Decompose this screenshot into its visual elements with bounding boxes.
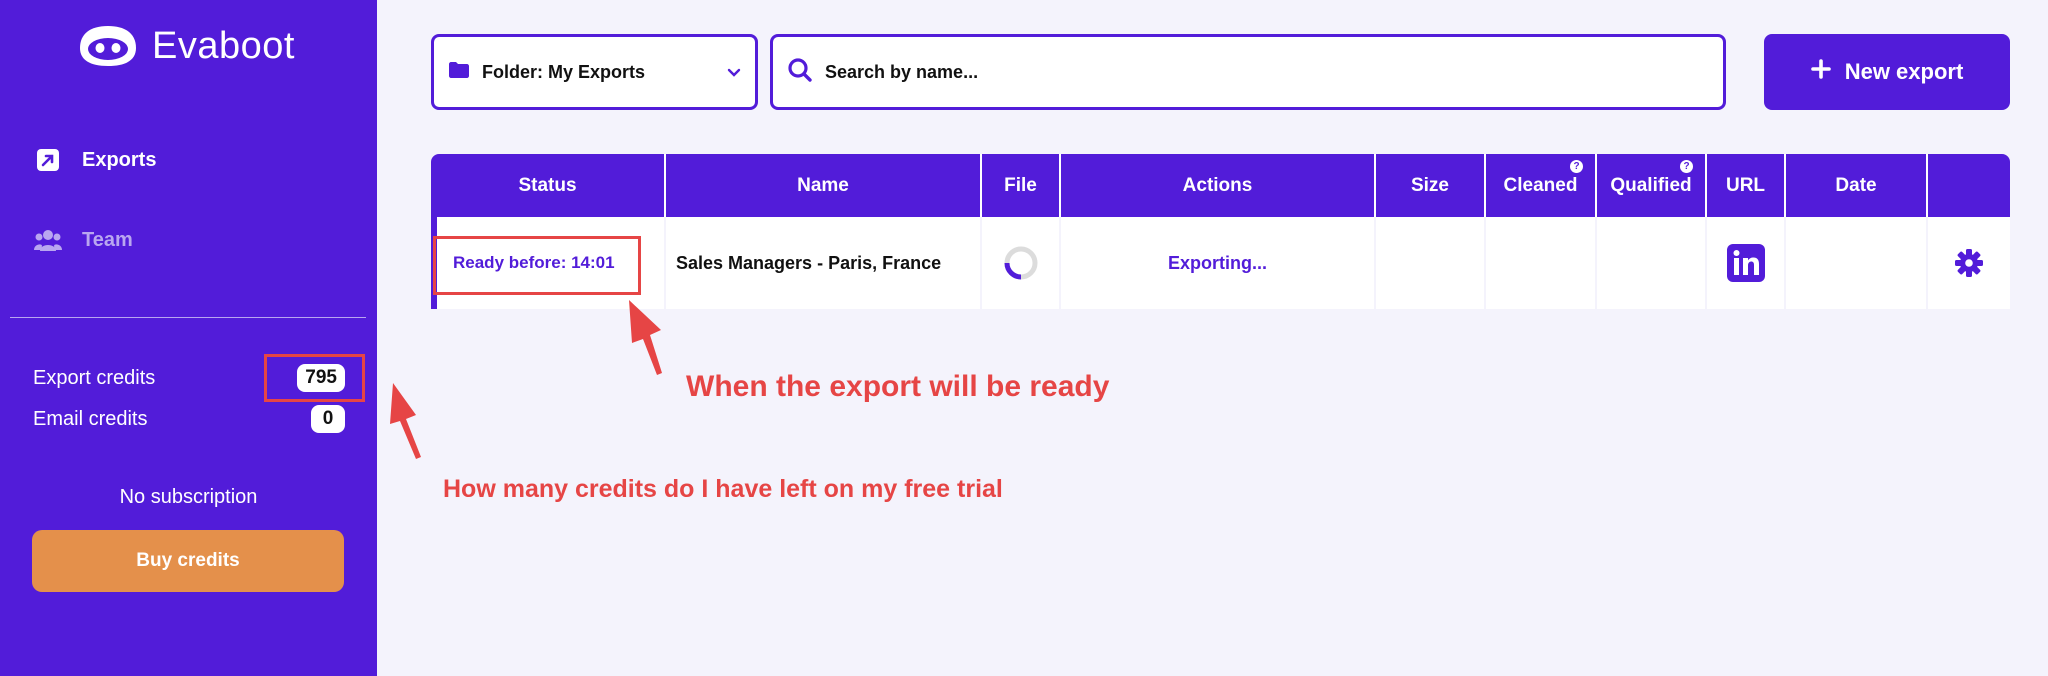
table-header: Status Name File Actions Size Cleaned ? …	[431, 154, 2010, 217]
sidebar-item-label: Exports	[82, 148, 157, 171]
row-name[interactable]: Sales Managers - Paris, France	[666, 217, 982, 309]
status-highlight-box	[433, 236, 641, 295]
row-action-status: Exporting...	[1061, 217, 1376, 309]
folder-select[interactable]: Folder: My Exports	[431, 34, 758, 110]
row-qualified	[1597, 217, 1707, 309]
row-size	[1376, 217, 1486, 309]
brand-logo[interactable]: Evaboot	[78, 24, 295, 68]
help-icon[interactable]: ?	[1680, 160, 1693, 173]
column-header-url[interactable]: URL	[1707, 154, 1786, 217]
robot-logo-icon	[80, 26, 136, 66]
column-header-settings	[1928, 154, 2010, 217]
column-header-label: Cleaned	[1503, 174, 1578, 196]
sidebar-item-label: Team	[82, 228, 133, 251]
help-icon[interactable]: ?	[1570, 160, 1583, 173]
arrow-to-status	[629, 300, 662, 375]
email-credits-badge: 0	[311, 405, 345, 433]
search-icon	[787, 57, 813, 88]
sidebar-item-team[interactable]: Team	[34, 226, 133, 254]
annotation-credits: How many credits do I have left on my fr…	[443, 475, 1003, 503]
row-cleaned	[1486, 217, 1597, 309]
team-icon	[34, 226, 62, 254]
export-credits-label: Export credits	[33, 366, 156, 389]
export-icon	[34, 146, 62, 174]
search-box[interactable]	[770, 34, 1726, 110]
exports-table: Status Name File Actions Size Cleaned ? …	[431, 154, 2010, 309]
row-url[interactable]	[1707, 217, 1786, 309]
brand-name: Evaboot	[152, 24, 295, 67]
column-header-qualified[interactable]: Qualified ?	[1597, 154, 1707, 217]
buy-credits-button[interactable]: Buy credits	[32, 530, 344, 592]
email-credits-row: Email credits 0	[33, 405, 345, 433]
row-settings[interactable]	[1928, 217, 2010, 309]
plus-icon	[1810, 59, 1831, 85]
column-header-size[interactable]: Size	[1376, 154, 1486, 217]
column-header-date[interactable]: Date	[1786, 154, 1928, 217]
column-header-cleaned[interactable]: Cleaned ?	[1486, 154, 1597, 217]
column-header-label: Qualified	[1610, 174, 1692, 196]
chevron-down-icon	[727, 62, 741, 83]
annotation-ready: When the export will be ready	[686, 370, 1110, 403]
new-export-label: New export	[1844, 59, 1964, 84]
column-header-actions[interactable]: Actions	[1061, 154, 1376, 217]
folder-icon	[448, 61, 470, 84]
column-header-file[interactable]: File	[982, 154, 1061, 217]
sidebar-item-exports[interactable]: Exports	[34, 146, 156, 174]
row-date	[1786, 217, 1928, 309]
subscription-status: No subscription	[119, 486, 258, 508]
table-row[interactable]: Ready before: 14:01 Sales Managers - Par…	[431, 217, 2010, 309]
loading-spinner-icon	[1004, 246, 1037, 280]
arrow-to-credits	[390, 383, 421, 459]
credits-highlight-box	[264, 354, 365, 402]
folder-select-value: Folder: My Exports	[482, 61, 646, 82]
email-credits-label: Email credits	[33, 407, 148, 430]
new-export-button[interactable]: New export	[1764, 34, 2010, 110]
linkedin-icon[interactable]	[1726, 244, 1765, 282]
column-header-name[interactable]: Name	[666, 154, 982, 217]
search-input[interactable]	[825, 61, 1685, 83]
gear-icon[interactable]	[1954, 248, 1984, 278]
sidebar-divider	[10, 317, 366, 318]
column-header-status[interactable]: Status	[431, 154, 666, 217]
row-file	[982, 217, 1061, 309]
sidebar: Evaboot Exports Team Export credits 795	[0, 0, 377, 676]
